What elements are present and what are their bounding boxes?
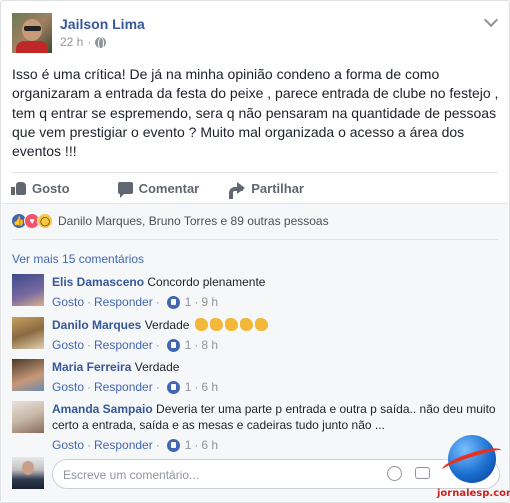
separator: · [87,338,92,352]
like-count-icon [166,438,180,452]
facebook-post: Jailson Lima 22 h · Isso é uma crítica! … [0,0,510,503]
like-label: Gosto [32,180,70,196]
like-count-icon [166,380,180,394]
share-arrow-icon [229,181,246,199]
watermark-text: jornalesp.com [437,488,510,499]
commenter-avatar[interactable] [12,401,44,433]
comment-button[interactable]: Comentar [117,180,200,198]
separator: · [194,380,199,394]
separator: · [155,380,160,394]
commenter-avatar[interactable] [12,359,44,391]
separator: · [87,295,92,309]
commenter-avatar[interactable] [12,317,44,349]
thumbs-up-icon [11,181,26,195]
emoji-icon[interactable] [387,466,402,481]
globe-icon [95,36,107,50]
author-avatar[interactable] [12,13,52,53]
clapping-hands-icon [239,318,253,331]
comment-text: Verdade [134,360,180,374]
write-comment-row: Escreve um comentário... [12,457,502,491]
comment-text: Verdade [144,318,190,332]
like-count-icon [166,295,180,309]
clapping-hands-icon [194,318,208,331]
wow-reaction-icon: ◯ [37,213,53,229]
comment-time[interactable]: 6 h [201,379,218,395]
comment-like-count[interactable]: 1 [185,437,192,453]
comment-label: Comentar [138,180,200,196]
commenter-name[interactable]: Elis Damasceno [52,275,144,289]
comment-like-link[interactable]: Gosto [52,337,84,353]
separator: · [194,338,199,352]
separator: · [155,338,160,352]
comment-like-link[interactable]: Gosto [52,294,84,310]
view-more-comments-link[interactable]: Ver mais 15 comentários [12,252,144,266]
commenter-name[interactable]: Amanda Sampaio [52,402,153,416]
post-meta: 22 h · [60,35,107,50]
clapping-hands-icon [209,318,223,331]
comment-like-link[interactable]: Gosto [52,437,84,453]
commenter-avatar[interactable] [12,274,44,306]
comment-like-link[interactable]: Gosto [52,379,84,395]
reactions-summary[interactable]: 👍 ♥ ◯ Danilo Marques, Bruno Torres e 89 … [11,213,329,229]
separator: · [194,438,199,452]
post-text: Isso é uma crítica! De já na minha opini… [12,66,499,160]
like-count-icon [166,338,180,352]
comment-reply-link[interactable]: Responder [94,437,153,453]
reactions-text: Danilo Marques, Bruno Torres e 89 outras… [58,214,329,228]
chevron-down-icon[interactable] [483,12,499,28]
comment-reply-link[interactable]: Responder [94,294,153,310]
author-name[interactable]: Jailson Lima [60,16,145,32]
clapping-hands-icon [224,318,238,331]
commenter-name[interactable]: Maria Ferreira [52,360,131,374]
comment-reply-link[interactable]: Responder [94,379,153,395]
watermark-logo: jornalesp.com [437,433,510,499]
separator: · [87,438,92,452]
comment-reply-link[interactable]: Responder [94,337,153,353]
comment-like-count[interactable]: 1 [185,337,192,353]
comment-time[interactable]: 6 h [201,437,218,453]
speech-bubble-icon [117,182,133,198]
separator: · [155,295,160,309]
like-button[interactable]: Gosto [11,181,70,196]
current-user-avatar[interactable] [12,457,44,489]
share-label: Partilhar [251,180,304,196]
comment-input-placeholder: Escreve um comentário... [63,468,200,482]
separator: · [155,438,160,452]
separator: · [194,295,199,309]
camera-icon[interactable] [415,467,430,479]
post-actions: Gosto Comentar Partilhar [11,177,334,199]
comment-text: Concordo plenamente [147,275,266,289]
meta-separator: · [87,35,92,49]
comment-time[interactable]: 9 h [201,294,218,310]
commenter-name[interactable]: Danilo Marques [52,318,141,332]
separator: · [87,380,92,394]
comment-like-count[interactable]: 1 [185,379,192,395]
comment-input[interactable]: Escreve um comentário... [52,459,500,489]
divider [12,172,498,173]
clapping-hands-icon [254,318,268,331]
comment-like-count[interactable]: 1 [185,294,192,310]
share-button[interactable]: Partilhar [229,180,304,199]
post-time[interactable]: 22 h [60,35,83,49]
divider [12,239,498,240]
comment-time[interactable]: 8 h [201,337,218,353]
